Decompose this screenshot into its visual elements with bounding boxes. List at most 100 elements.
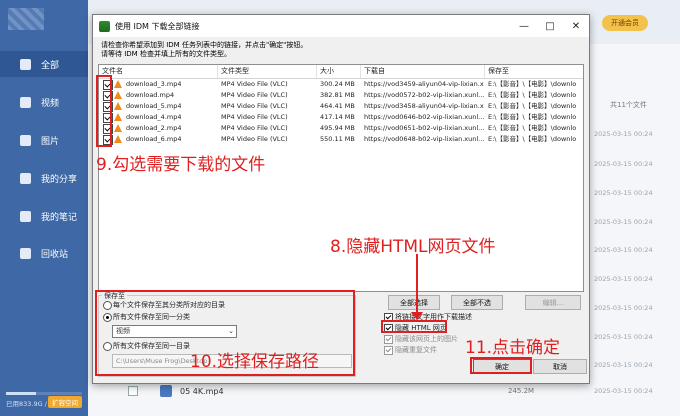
col-from[interactable]: 下载自 xyxy=(361,65,485,78)
cell-from: https://vod0651-b02-vip-lixian.xunl... xyxy=(364,124,484,132)
cell-saveto: E:\【影音】\【电影】\downlo xyxy=(488,113,577,121)
cell-filename: download_6.mp4 xyxy=(126,135,182,143)
row-date: 2025-03-15 00:24 xyxy=(594,246,653,254)
row-date: 2025-03-15 00:24 xyxy=(594,304,653,312)
close-icon[interactable]: ✕ xyxy=(563,15,589,37)
sidebar-item-trash[interactable]: 回收站 xyxy=(0,240,88,266)
vlc-icon xyxy=(114,91,122,99)
select-all-button[interactable]: 全部选择 xyxy=(388,295,440,310)
cell-from: https://vod3458-aliyun04-vip-lixian.xunl… xyxy=(364,102,484,110)
annotation-step9: 9.勾选需要下载的文件 xyxy=(96,155,266,175)
video-file-icon xyxy=(160,385,172,397)
cell-type: MP4 Video File (VLC) xyxy=(221,135,288,143)
cell-saveto: E:\【影音】\【电影】\downlo xyxy=(488,80,577,88)
cell-saveto: E:\【影音】\【电影】\downlo xyxy=(488,102,577,110)
cell-type: MP4 Video File (VLC) xyxy=(221,91,288,99)
table-header: 文件名 文件类型 大小 下载自 保存至 xyxy=(99,65,583,79)
table-row[interactable]: download.mp4 MP4 Video File (VLC) 382.81… xyxy=(99,90,583,101)
doc-icon xyxy=(20,58,31,70)
annotation-step10: 10.选择保存路径 xyxy=(190,352,320,372)
table-row[interactable]: download_6.mp4 MP4 Video File (VLC) 550.… xyxy=(99,134,583,145)
sidebar-item-share[interactable]: 我的分享 xyxy=(0,165,88,191)
checkbox-highlight xyxy=(96,75,112,147)
sidebar-item-notes[interactable]: 我的笔记 xyxy=(0,203,88,229)
cell-from: https://vod0572-b02-vip-lixian.xunl... xyxy=(364,91,484,99)
sidebar-item-images[interactable]: 图片 xyxy=(0,127,88,153)
annotation-step8: 8.隐藏HTML网页文件 xyxy=(330,237,496,257)
file-count: 共11个文件 xyxy=(610,101,647,109)
cell-size: 550.11 MB xyxy=(320,135,355,143)
row-date: 2025-03-15 00:24 xyxy=(594,218,653,226)
app-logo xyxy=(8,8,44,30)
hide-html-highlight xyxy=(381,320,447,333)
dialog-titlebar: 使用 IDM 下载全部链接 — □ ✕ xyxy=(93,15,589,37)
deselect-all-button[interactable]: 全部不选 xyxy=(451,295,503,310)
col-saveto[interactable]: 保存至 xyxy=(485,65,583,78)
sidebar-item-video[interactable]: 视频 xyxy=(0,89,88,115)
video-icon xyxy=(20,96,31,108)
col-size[interactable]: 大小 xyxy=(317,65,361,78)
edit-button[interactable]: 编辑... xyxy=(525,295,581,310)
table-row[interactable]: download_5.mp4 MP4 Video File (VLC) 464.… xyxy=(99,101,583,112)
row-date: 2025-03-15 00:24 xyxy=(594,361,653,369)
ok-button-highlight xyxy=(470,357,532,374)
hide-images-label: 隐藏该网页上的图片 xyxy=(395,335,458,343)
vip-button[interactable]: 开通会员 xyxy=(602,15,648,31)
cell-saveto: E:\【影音】\【电影】\downlo xyxy=(488,124,577,132)
cell-size: 382.81 MB xyxy=(320,91,355,99)
cell-filename: download.mp4 xyxy=(126,91,175,99)
dialog-instructions: 请检查你希望添加到 IDM 任务列表中的链接，并点击"确定"按钮。 请等待 ID… xyxy=(101,41,308,58)
vlc-icon xyxy=(114,113,122,121)
vlc-icon xyxy=(114,102,122,110)
cell-size: 417.14 MB xyxy=(320,113,355,121)
table-row[interactable]: download_3.mp4 MP4 Video File (VLC) 300.… xyxy=(99,79,583,90)
cell-from: https://vod0646-b02-vip-lixian.xunl... xyxy=(364,113,484,121)
vlc-icon xyxy=(114,135,122,143)
annotation-step11: 11.点击确定 xyxy=(465,338,561,358)
file-date: 2025-03-15 00:24 xyxy=(594,387,653,395)
cell-type: MP4 Video File (VLC) xyxy=(221,80,288,88)
row-date: 2025-03-15 00:24 xyxy=(594,333,653,341)
expand-storage-button[interactable]: 扩容空间 xyxy=(48,396,82,408)
idm-app-icon xyxy=(99,20,110,32)
cell-size: 495.94 MB xyxy=(320,124,355,132)
table-row[interactable]: download_2.mp4 MP4 Video File (VLC) 495.… xyxy=(99,123,583,134)
image-icon xyxy=(20,134,31,146)
cell-from: https://vod0648-b02-vip-lixian.xunl... xyxy=(364,135,484,143)
minimize-icon[interactable]: — xyxy=(511,15,537,37)
maximize-icon[interactable]: □ xyxy=(537,15,563,37)
col-filename[interactable]: 文件名 xyxy=(99,65,218,78)
cell-saveto: E:\【影音】\【电影】\downlo xyxy=(488,91,577,99)
cell-size: 300.24 MB xyxy=(320,80,355,88)
trash-icon xyxy=(20,247,31,259)
links-table[interactable]: 文件名 文件类型 大小 下载自 保存至 download_3.mp4 MP4 V… xyxy=(98,64,584,292)
table-row[interactable]: download_4.mp4 MP4 Video File (VLC) 417.… xyxy=(99,112,583,123)
file-size: 245.2M xyxy=(508,387,535,395)
row-checkbox[interactable] xyxy=(128,386,138,396)
cell-filename: download_2.mp4 xyxy=(126,124,182,132)
note-icon xyxy=(20,210,31,222)
file-name: 05 4K.mp4 xyxy=(180,386,224,396)
cell-type: MP4 Video File (VLC) xyxy=(221,124,288,132)
cancel-button[interactable]: 取消 xyxy=(533,359,587,374)
col-filetype[interactable]: 文件类型 xyxy=(218,65,317,78)
cell-filename: download_3.mp4 xyxy=(126,80,182,88)
hide-images-checkbox[interactable] xyxy=(384,335,393,344)
arrow-head-icon xyxy=(411,312,423,320)
cell-size: 464.41 MB xyxy=(320,102,355,110)
row-date: 2025-03-15 00:24 xyxy=(594,275,653,283)
storage-bar xyxy=(6,392,82,395)
cell-filename: download_4.mp4 xyxy=(126,113,182,121)
cell-type: MP4 Video File (VLC) xyxy=(221,113,288,121)
hide-duplicates-checkbox[interactable] xyxy=(384,346,393,355)
vlc-icon xyxy=(114,124,122,132)
row-date: 2025-03-15 00:24 xyxy=(594,189,653,197)
sidebar-item-all[interactable]: 全部 xyxy=(0,51,88,77)
share-icon xyxy=(20,172,31,184)
cell-filename: download_5.mp4 xyxy=(126,102,182,110)
storage-footer: 已用833.9G / 1T 扩容空间 xyxy=(0,380,88,416)
cell-saveto: E:\【影音】\【电影】\downlo xyxy=(488,135,577,143)
vlc-icon xyxy=(114,80,122,88)
row-date: 2025-03-15 00:24 xyxy=(594,160,653,168)
cell-type: MP4 Video File (VLC) xyxy=(221,102,288,110)
